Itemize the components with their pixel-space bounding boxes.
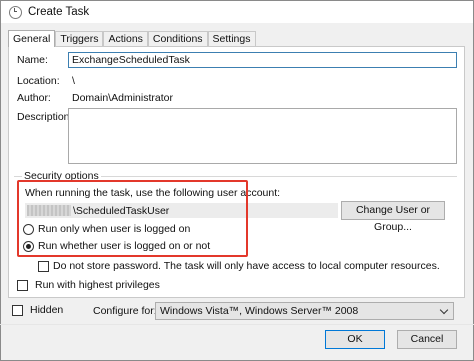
configure-for-value: Windows Vista™, Windows Server™ 2008 — [160, 305, 359, 317]
ok-button[interactable]: OK — [325, 330, 385, 349]
hidden-checkbox[interactable] — [12, 305, 23, 316]
location-value: \ — [72, 75, 75, 87]
tab-settings[interactable]: Settings — [207, 31, 256, 46]
location-label: Location: — [17, 75, 60, 87]
description-label: Description: — [17, 111, 73, 123]
tab-actions[interactable]: Actions — [103, 31, 148, 46]
footer-divider — [0, 324, 474, 325]
title-bar[interactable]: Create Task — [1, 1, 473, 23]
highlight-annotation — [17, 180, 248, 257]
tab-triggers[interactable]: Triggers — [55, 31, 104, 46]
name-field[interactable] — [68, 52, 457, 68]
window-title: Create Task — [28, 6, 90, 18]
store-password-label[interactable]: Do not store password. The task will onl… — [53, 260, 440, 272]
tab-strip: General Triggers Actions Conditions Sett… — [8, 30, 256, 47]
hidden-label[interactable]: Hidden — [30, 304, 63, 316]
chevron-down-icon — [439, 305, 449, 314]
description-field[interactable] — [68, 108, 457, 164]
cancel-button[interactable]: Cancel — [397, 330, 457, 349]
configure-for-label: Configure for: — [93, 305, 157, 317]
highest-privileges-checkbox[interactable] — [17, 280, 28, 291]
author-label: Author: — [17, 92, 51, 104]
change-user-button[interactable]: Change User or Group... — [341, 201, 445, 233]
store-password-checkbox[interactable] — [38, 261, 49, 272]
tab-general[interactable]: General — [8, 30, 56, 47]
configure-for-dropdown[interactable]: Windows Vista™, Windows Server™ 2008 — [155, 302, 454, 320]
name-label: Name: — [17, 54, 48, 66]
task-scheduler-icon — [9, 5, 22, 19]
highest-privileges-label[interactable]: Run with highest privileges — [35, 279, 160, 291]
author-value: Domain\Administrator — [72, 92, 173, 104]
tab-conditions[interactable]: Conditions — [147, 31, 208, 46]
